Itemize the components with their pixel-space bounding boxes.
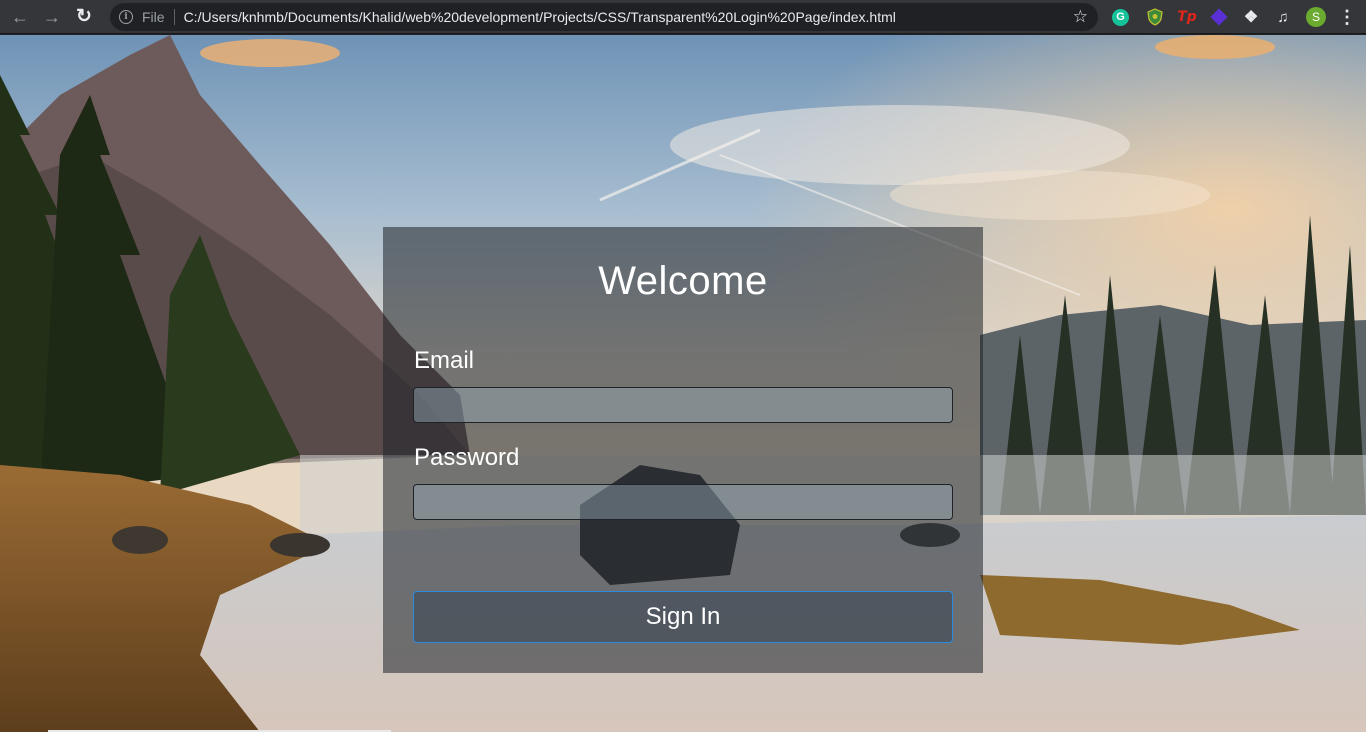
email-field[interactable]	[413, 387, 953, 423]
browser-toolbar: ← → ↻ i File C:/Users/knhmb/Documents/Kh…	[0, 0, 1366, 34]
reload-icon[interactable]: ↻	[70, 3, 98, 31]
address-separator	[173, 9, 175, 25]
password-label: Password	[414, 444, 520, 471]
shield-extension-icon[interactable]	[1144, 6, 1166, 28]
media-control-icon[interactable]: ♫	[1272, 6, 1294, 28]
url-text[interactable]: C:/Users/knhmb/Documents/Khalid/web%20de…	[184, 9, 896, 25]
welcome-title: Welcome	[598, 259, 768, 303]
tp-extension-icon[interactable]: Tp	[1176, 6, 1198, 28]
back-arrow-icon[interactable]: ←	[6, 3, 34, 31]
sign-in-button[interactable]: Sign In	[413, 591, 953, 643]
page-viewport: Welcome Email Password Sign In	[0, 35, 1366, 732]
forward-arrow-icon[interactable]: →	[38, 3, 66, 31]
grammarly-letter: G	[1116, 11, 1125, 23]
profile-initial: S	[1311, 10, 1320, 24]
password-field[interactable]	[413, 484, 953, 520]
address-bar[interactable]: i File C:/Users/knhmb/Documents/Khalid/w…	[110, 3, 1098, 31]
puzzle-icon[interactable]: ❖	[1240, 6, 1262, 28]
login-card: Welcome Email Password Sign In	[383, 227, 983, 673]
profile-avatar[interactable]: S	[1306, 7, 1326, 27]
grammarly-icon[interactable]: G	[1112, 8, 1129, 26]
bookmark-star-icon[interactable]: ☆	[1073, 7, 1088, 27]
email-label: Email	[414, 347, 475, 374]
info-icon[interactable]: i	[119, 10, 133, 24]
tp-label: Tp	[1177, 9, 1197, 25]
scheme-label: File	[142, 9, 165, 25]
diamond-extension-icon[interactable]	[1208, 6, 1230, 28]
menu-kebab-icon[interactable]: ⋮	[1338, 7, 1356, 28]
extensions-area: G Tp ❖ ♫ S ⋮	[1104, 0, 1356, 34]
